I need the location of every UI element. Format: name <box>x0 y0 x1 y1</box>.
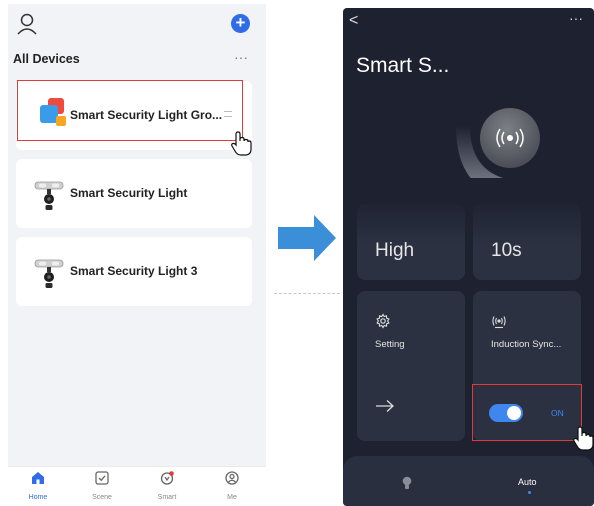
device-card[interactable]: Smart Security Light 3 <box>16 237 252 306</box>
profile-icon[interactable] <box>16 12 38 36</box>
motion-sensor-icon <box>492 316 506 329</box>
hand-cursor-icon <box>573 426 594 451</box>
more-options-button[interactable]: ··· <box>569 10 583 26</box>
induction-sync-label: Induction Sync... <box>491 339 562 350</box>
active-tab-indicator <box>528 491 531 494</box>
scene-icon <box>95 471 109 485</box>
home-icon <box>32 472 44 484</box>
tab-auto[interactable]: Auto <box>518 477 537 487</box>
device-name: Smart Security Light <box>70 186 188 200</box>
gear-icon <box>376 313 390 329</box>
flow-arrow-icon <box>278 215 336 261</box>
setting-label: Setting <box>375 339 405 350</box>
tab-label: Me <box>227 494 237 501</box>
security-light-icon <box>34 181 64 210</box>
scroll-fade <box>343 178 594 244</box>
mode-tabs: Auto <box>343 456 594 506</box>
me-icon <box>225 471 239 485</box>
add-device-button[interactable]: + <box>231 14 250 33</box>
bottom-nav: Home Scene Smart Me <box>8 466 266 506</box>
back-button[interactable]: < <box>349 12 358 30</box>
page-title: All Devices <box>13 52 80 66</box>
highlight-box <box>17 80 243 141</box>
tab-scene[interactable]: Scene <box>77 471 127 501</box>
device-card[interactable]: Smart Security Light <box>16 159 252 228</box>
divider <box>274 293 340 297</box>
security-light-icon <box>34 259 64 288</box>
hand-cursor-icon <box>231 131 252 156</box>
tab-smart[interactable]: Smart <box>142 471 192 501</box>
tab-label: Smart <box>157 494 177 501</box>
device-name: Smart Security Light 3 <box>70 264 198 278</box>
bulb-icon[interactable] <box>402 476 412 490</box>
arrow-right-icon[interactable] <box>375 399 395 413</box>
setting-tile[interactable]: Setting <box>357 291 465 441</box>
more-options-button[interactable]: ··· <box>234 49 248 65</box>
tab-home[interactable]: Home <box>13 471 63 501</box>
device-title: Smart S... <box>356 54 450 77</box>
highlight-box <box>472 384 582 441</box>
smart-icon <box>160 471 174 485</box>
tab-label: Scene <box>92 494 112 501</box>
tab-label: Home <box>28 494 48 501</box>
tab-me[interactable]: Me <box>207 471 257 501</box>
